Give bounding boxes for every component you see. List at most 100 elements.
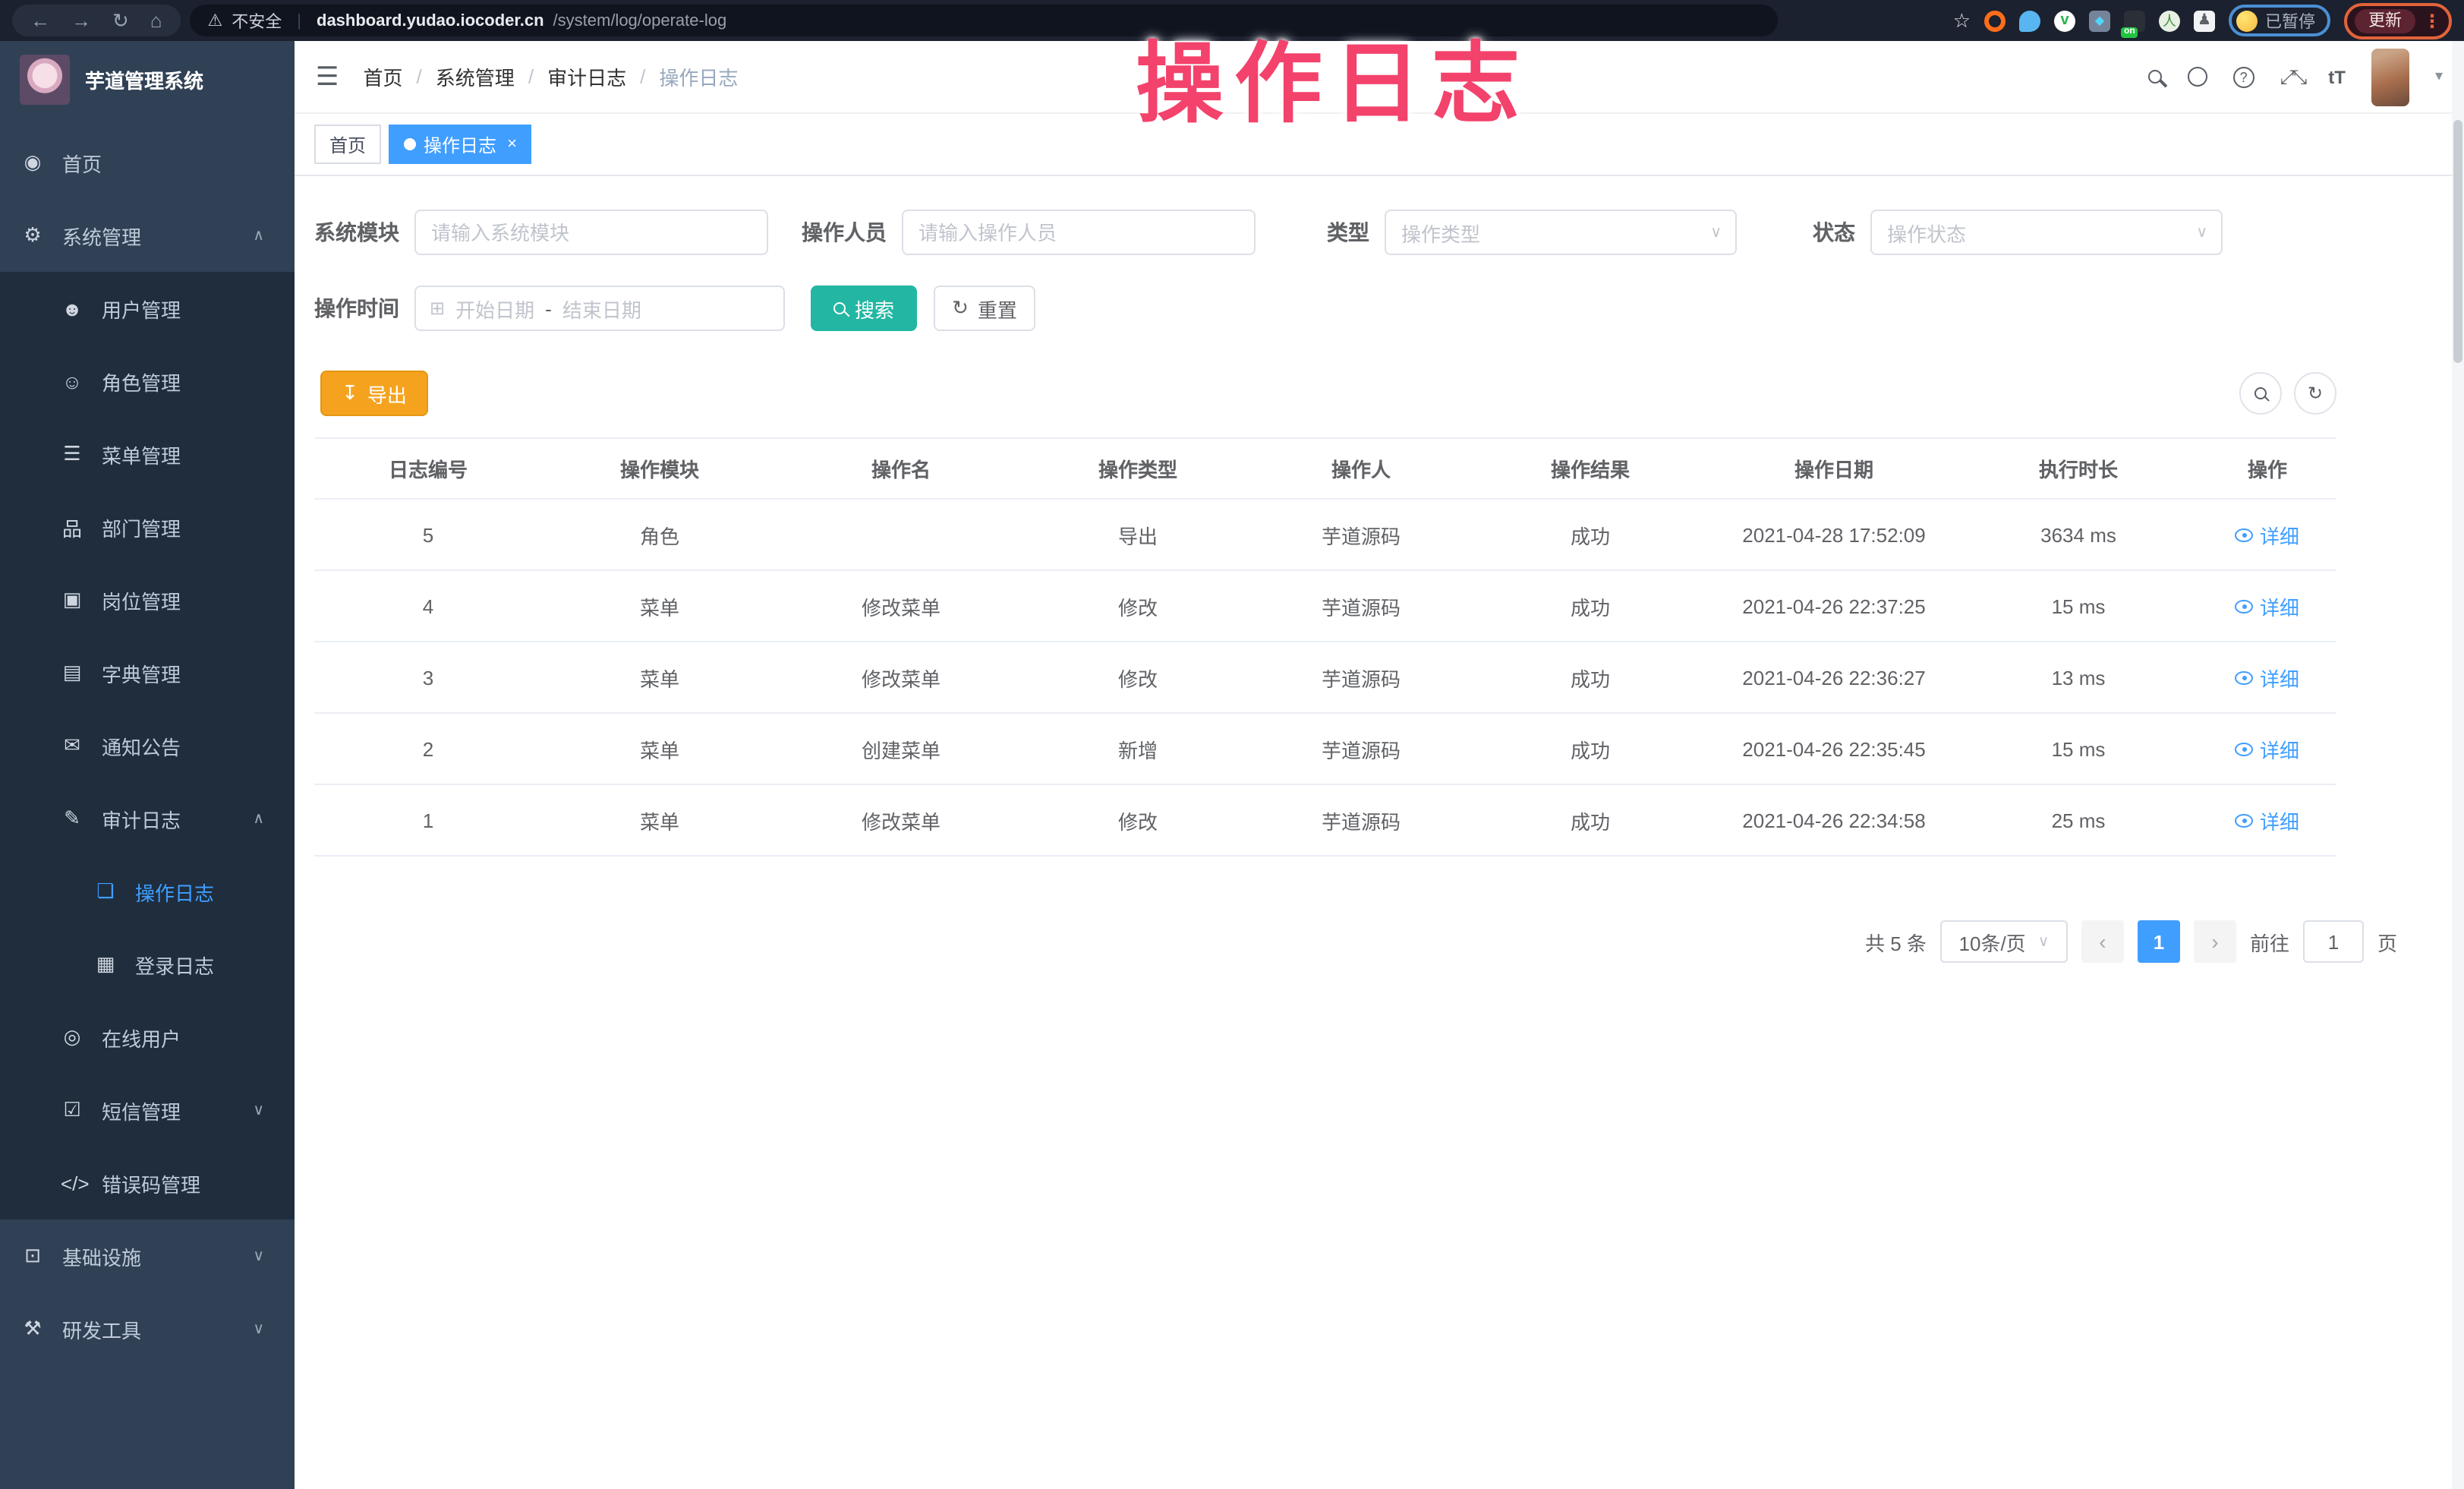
- breadcrumb-home[interactable]: 首页: [364, 62, 403, 91]
- calendar-icon: ⊞: [430, 298, 445, 319]
- sidebar-item-dictionary-management[interactable]: ▤ 字典管理: [0, 636, 295, 709]
- app-logo[interactable]: 芋道管理系统: [0, 41, 295, 117]
- profile-paused-pill[interactable]: 已暂停: [2229, 5, 2330, 36]
- extension-icon-sprout[interactable]: 人: [2159, 10, 2180, 31]
- sidebar-item-user-management[interactable]: ☻ 用户管理: [0, 272, 295, 345]
- org-tree-icon: 品: [61, 513, 83, 541]
- type-select[interactable]: 操作类型 ∨: [1385, 210, 1737, 255]
- tag-home[interactable]: 首页: [314, 125, 381, 164]
- close-tag-icon[interactable]: ×: [507, 135, 517, 153]
- breadcrumb-audit-log[interactable]: 审计日志: [547, 62, 626, 91]
- extension-icon-gray[interactable]: ◆: [2089, 10, 2110, 31]
- code-icon: </>: [61, 1172, 83, 1194]
- sidebar-item-sms-management[interactable]: ☑ 短信管理 ∨: [0, 1074, 295, 1147]
- fullscreen-icon[interactable]: ⤢⤡: [2280, 65, 2303, 89]
- export-button[interactable]: ↧ 导出: [320, 371, 428, 416]
- prev-page-button[interactable]: ‹: [2081, 920, 2124, 963]
- extension-icon-orange[interactable]: [1984, 10, 2006, 31]
- address-bar[interactable]: ⚠ 不安全 | dashboard.yudao.iocoder.cn/syste…: [190, 5, 1778, 36]
- cell-operator: 芋道源码: [1251, 642, 1471, 713]
- annotation-title: 操作日志: [1136, 12, 1530, 140]
- forward-icon[interactable]: →: [71, 11, 91, 30]
- sidebar-item-audit-log[interactable]: ✎ 审计日志 ∧: [0, 782, 295, 855]
- cell-operation-type: 新增: [1025, 713, 1251, 784]
- github-icon[interactable]: [2188, 67, 2207, 87]
- reset-button[interactable]: ↻ 重置: [934, 285, 1035, 331]
- sidebar-item-system-management[interactable]: ⚙ 系统管理 ∧: [0, 199, 295, 272]
- sidebar-item-online-users[interactable]: ◎ 在线用户: [0, 1001, 295, 1074]
- reload-icon[interactable]: ↻: [112, 11, 129, 30]
- goto-page-input[interactable]: [2303, 920, 2364, 963]
- eye-icon: [2236, 742, 2254, 756]
- page-size-label: 10条/页: [1959, 927, 2026, 956]
- toggle-search-button[interactable]: [2239, 372, 2282, 415]
- collapse-sidebar-icon[interactable]: ☰: [316, 62, 339, 92]
- sidebar-item-post-management[interactable]: ▣ 岗位管理: [0, 563, 295, 636]
- detail-link[interactable]: 详细: [2236, 591, 2299, 620]
- sidebar-item-infrastructure[interactable]: ⊡ 基础设施 ∨: [0, 1219, 295, 1292]
- refresh-icon: ↻: [2308, 383, 2323, 404]
- search-button[interactable]: 搜索: [811, 285, 917, 331]
- cell-module: 角色: [542, 499, 777, 570]
- cell-operation-type: 修改: [1025, 642, 1251, 713]
- eye-icon: [2236, 599, 2254, 613]
- cell-operation-name: [777, 499, 1025, 570]
- cell-operator: 芋道源码: [1251, 784, 1471, 856]
- dashboard-icon: ◉: [21, 150, 44, 175]
- breadcrumb-system[interactable]: 系统管理: [436, 62, 515, 91]
- detail-link[interactable]: 详细: [2236, 663, 2299, 692]
- sidebar-item-menu-management[interactable]: ☰ 菜单管理: [0, 418, 295, 491]
- module-input[interactable]: [414, 210, 768, 255]
- extensions-puzzle-icon[interactable]: ♟: [2194, 10, 2215, 31]
- search-icon[interactable]: [2148, 70, 2162, 84]
- bookmark-star-icon[interactable]: ☆: [1953, 8, 1971, 33]
- sidebar-item-label: 系统管理: [62, 221, 141, 250]
- sidebar-item-notice[interactable]: ✉ 通知公告: [0, 709, 295, 782]
- extension-icon-switch[interactable]: on: [2124, 10, 2145, 31]
- sidebar-item-error-code-management[interactable]: </> 错误码管理: [0, 1147, 295, 1219]
- date-range-picker[interactable]: ⊞ 开始日期 - 结束日期: [414, 285, 785, 331]
- detail-label: 详细: [2260, 806, 2299, 834]
- operator-input[interactable]: [902, 210, 1256, 255]
- type-label: 类型: [1327, 217, 1369, 248]
- detail-link[interactable]: 详细: [2236, 520, 2299, 549]
- chevron-down-icon: ∨: [2038, 933, 2050, 950]
- sidebar-item-home[interactable]: ◉ 首页: [0, 126, 295, 199]
- help-icon[interactable]: ?: [2233, 66, 2254, 87]
- refresh-table-button[interactable]: ↻: [2294, 372, 2336, 415]
- cell-duration: 15 ms: [1958, 570, 2198, 642]
- scrollbar-track[interactable]: [2452, 41, 2464, 1489]
- sidebar-item-label: 部门管理: [102, 513, 181, 541]
- logo-image: [20, 54, 70, 104]
- update-button[interactable]: 更新: [2355, 8, 2415, 33]
- browser-menu-icon[interactable]: ⋮: [2423, 10, 2441, 31]
- detail-link[interactable]: 详细: [2236, 806, 2299, 834]
- cell-result: 成功: [1471, 570, 1709, 642]
- font-size-icon[interactable]: tT: [2328, 66, 2346, 87]
- user-avatar[interactable]: [2371, 48, 2409, 106]
- page-size-select[interactable]: 10条/页 ∨: [1940, 920, 2068, 963]
- table-row: 2 菜单 创建菜单 新增 芋道源码 成功 2021-04-26 22:35:45…: [314, 713, 2336, 784]
- user-icon: ☻: [61, 297, 83, 320]
- sidebar-item-operate-log[interactable]: ❏ 操作日志: [0, 855, 295, 928]
- extension-icon-drop[interactable]: [2019, 10, 2040, 31]
- detail-link[interactable]: 详细: [2236, 734, 2299, 763]
- next-page-button[interactable]: ›: [2194, 920, 2236, 963]
- update-chip[interactable]: 更新 ⋮: [2344, 2, 2452, 39]
- avatar-caret-icon[interactable]: ▾: [2435, 68, 2443, 85]
- sidebar-item-dev-tools[interactable]: ⚒ 研发工具 ∨: [0, 1292, 295, 1365]
- tag-operate-log[interactable]: 操作日志 ×: [389, 125, 532, 164]
- extension-icon-green[interactable]: v: [2054, 10, 2075, 31]
- filter-type: 类型 操作类型 ∨: [1327, 210, 1737, 255]
- scrollbar-thumb[interactable]: [2453, 120, 2462, 363]
- status-select[interactable]: 操作状态 ∨: [1870, 210, 2223, 255]
- home-icon[interactable]: ⌂: [150, 11, 162, 30]
- back-icon[interactable]: ←: [30, 11, 50, 30]
- current-page-button[interactable]: 1: [2138, 920, 2180, 963]
- detail-label: 详细: [2260, 734, 2299, 763]
- sidebar-item-login-log[interactable]: ▦ 登录日志: [0, 928, 295, 1001]
- detail-label: 详细: [2260, 591, 2299, 620]
- sidebar-item-department-management[interactable]: 品 部门管理: [0, 491, 295, 563]
- sidebar-item-role-management[interactable]: ☺ 角色管理: [0, 345, 295, 418]
- end-date-placeholder: 结束日期: [562, 294, 641, 323]
